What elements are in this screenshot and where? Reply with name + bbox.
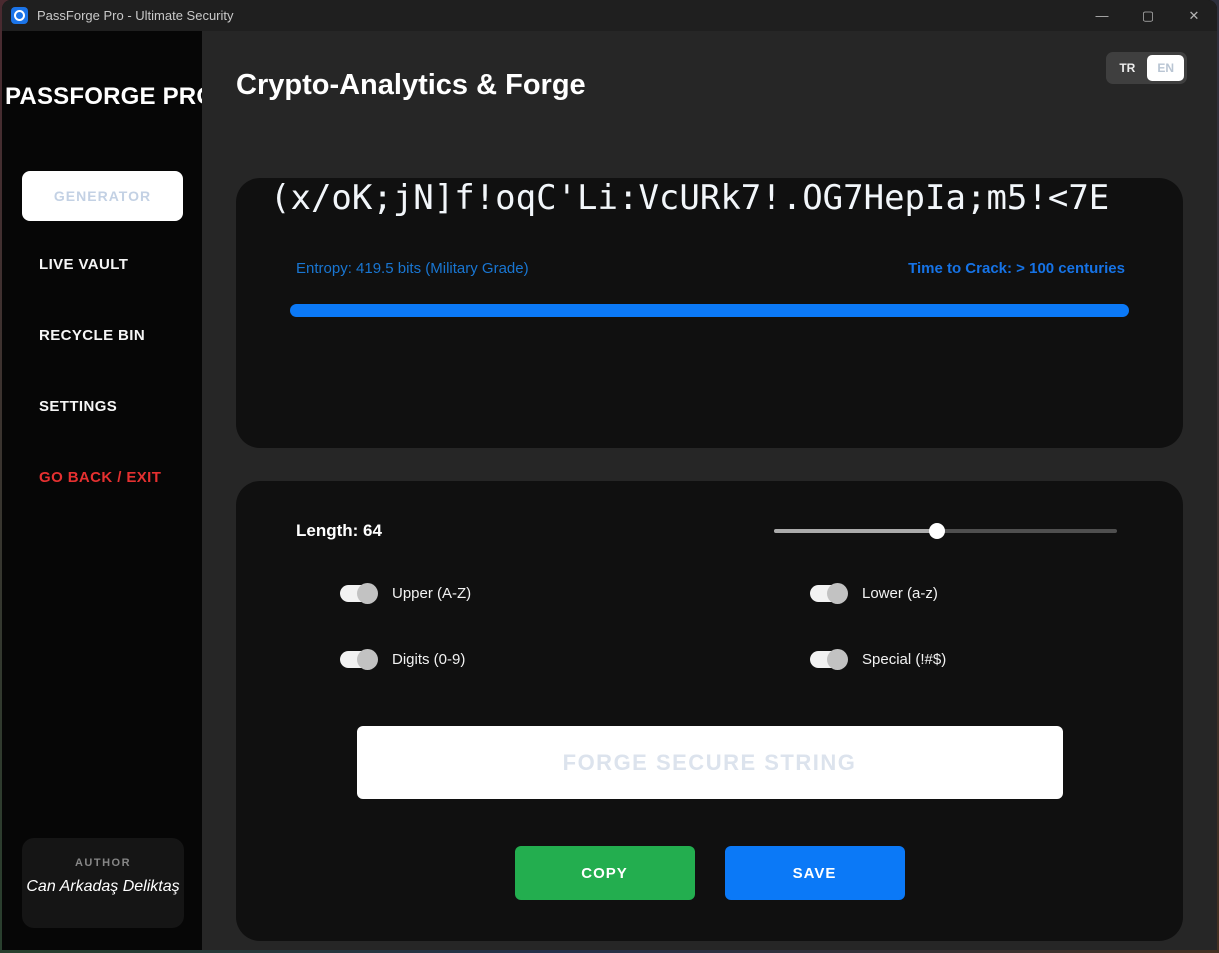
sidebar-nav: LIVE VAULT RECYCLE BIN SETTINGS GO BACK … [2, 229, 202, 513]
sidebar-item-exit[interactable]: GO BACK / EXIT [2, 442, 202, 513]
special-toggle-knob [827, 649, 848, 670]
maximize-button[interactable]: ▢ [1125, 0, 1171, 31]
length-slider-thumb[interactable] [929, 523, 945, 539]
special-toggle-switch[interactable] [810, 651, 845, 668]
page-title: Crypto-Analytics & Forge [236, 69, 1183, 102]
close-button[interactable]: ✕ [1171, 0, 1217, 31]
forge-button[interactable]: FORGE SECURE STRING [357, 726, 1063, 799]
length-label: Length: 64 [296, 521, 382, 541]
strength-progress-fill [290, 304, 1129, 317]
digits-toggle-label: Digits (0-9) [392, 651, 465, 668]
main-panel: TR EN Crypto-Analytics & Forge (x/oK;jN]… [202, 31, 1217, 950]
author-heading: AUTHOR [22, 857, 184, 869]
author-card: AUTHOR Can Arkadaş Deliktaş [22, 838, 184, 928]
length-slider[interactable] [774, 522, 1117, 540]
language-option-tr[interactable]: TR [1109, 55, 1145, 81]
window-content: PASSFORGE PRO GENERATOR LIVE VAULT RECYC… [2, 31, 1217, 950]
save-button[interactable]: SAVE [725, 846, 905, 900]
lower-toggle-knob [827, 583, 848, 604]
length-row: Length: 64 [236, 481, 1183, 541]
brand-title: PASSFORGE PRO [2, 83, 202, 111]
charset-toggles: Upper (A-Z) Lower (a-z) Digits (0-9) Spe… [340, 585, 1183, 668]
controls-card: Length: 64 Upper (A-Z) [236, 481, 1183, 941]
digits-toggle-knob [357, 649, 378, 670]
digits-toggle-switch[interactable] [340, 651, 375, 668]
sidebar-item-settings[interactable]: SETTINGS [2, 371, 202, 442]
app-window: PassForge Pro - Ultimate Security — ▢ ✕ … [2, 0, 1217, 950]
minimize-button[interactable]: — [1079, 0, 1125, 31]
analytics-stats: Entropy: 419.5 bits (Military Grade) Tim… [296, 260, 1125, 277]
author-name: Can Arkadaş Deliktaş [22, 878, 184, 896]
length-slider-track[interactable] [774, 529, 1117, 533]
strength-progress [290, 304, 1129, 317]
special-toggle-label: Special (!#$) [862, 651, 946, 668]
toggle-special: Special (!#$) [810, 651, 1183, 668]
window-title: PassForge Pro - Ultimate Security [37, 8, 234, 23]
time-to-crack-label: Time to Crack: > 100 centuries [908, 260, 1125, 277]
language-toggle: TR EN [1106, 52, 1187, 84]
sidebar-item-live-vault[interactable]: LIVE VAULT [2, 229, 202, 300]
window-controls: — ▢ ✕ [1079, 0, 1217, 31]
toggle-lower: Lower (a-z) [810, 585, 1183, 602]
sidebar: PASSFORGE PRO GENERATOR LIVE VAULT RECYC… [2, 31, 202, 950]
lower-toggle-switch[interactable] [810, 585, 845, 602]
app-icon [11, 7, 28, 24]
lower-toggle-label: Lower (a-z) [862, 585, 938, 602]
copy-button[interactable]: COPY [515, 846, 695, 900]
language-option-en[interactable]: EN [1147, 55, 1184, 81]
action-row: COPY SAVE [236, 846, 1183, 900]
analytics-card: (x/oK;jN]f!oqC'Li:VcURk7!.OG7HepIa;m5!<7… [236, 178, 1183, 448]
sidebar-item-generator[interactable]: GENERATOR [22, 171, 183, 221]
upper-toggle-label: Upper (A-Z) [392, 585, 471, 602]
upper-toggle-knob [357, 583, 378, 604]
entropy-label: Entropy: 419.5 bits (Military Grade) [296, 260, 529, 277]
length-slider-fill [774, 529, 937, 533]
titlebar: PassForge Pro - Ultimate Security — ▢ ✕ [2, 0, 1217, 31]
toggle-digits: Digits (0-9) [340, 651, 810, 668]
generated-password: (x/oK;jN]f!oqC'Li:VcURk7!.OG7HepIa;m5!<7… [270, 178, 1173, 218]
toggle-upper: Upper (A-Z) [340, 585, 810, 602]
sidebar-item-recycle-bin[interactable]: RECYCLE BIN [2, 300, 202, 371]
upper-toggle-switch[interactable] [340, 585, 375, 602]
